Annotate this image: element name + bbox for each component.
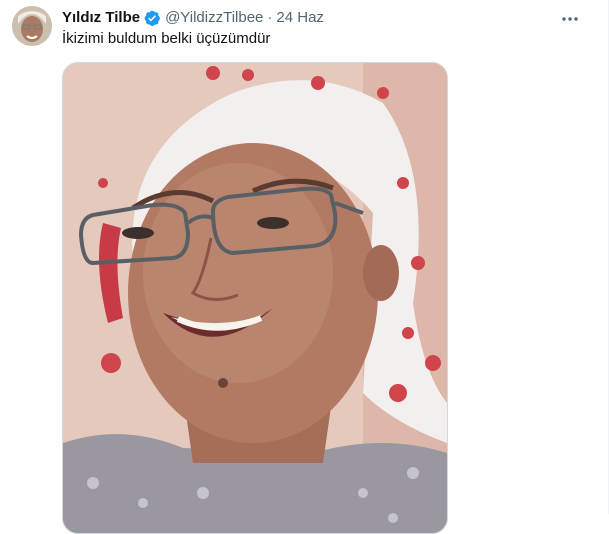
tweet-photo[interactable]: [62, 62, 448, 534]
tweet-date[interactable]: 24 Haz: [276, 8, 324, 28]
separator-dot: ·: [267, 9, 273, 26]
more-horizontal-icon: [561, 9, 579, 27]
handle[interactable]: @YildizzTilbee: [165, 8, 263, 28]
more-button[interactable]: [556, 6, 584, 30]
avatar[interactable]: [12, 6, 52, 46]
verified-badge-icon[interactable]: [143, 9, 161, 27]
tweet-text: İkizimi buldum belki üçüzümdür: [62, 30, 271, 47]
tweet-header: Yıldız Tilbe @YildizzTilbee · 24 Haz: [62, 8, 324, 28]
tweet[interactable]: Yıldız Tilbe @YildizzTilbee · 24 Haz İki…: [0, 0, 608, 534]
display-name[interactable]: Yıldız Tilbe: [62, 8, 140, 28]
